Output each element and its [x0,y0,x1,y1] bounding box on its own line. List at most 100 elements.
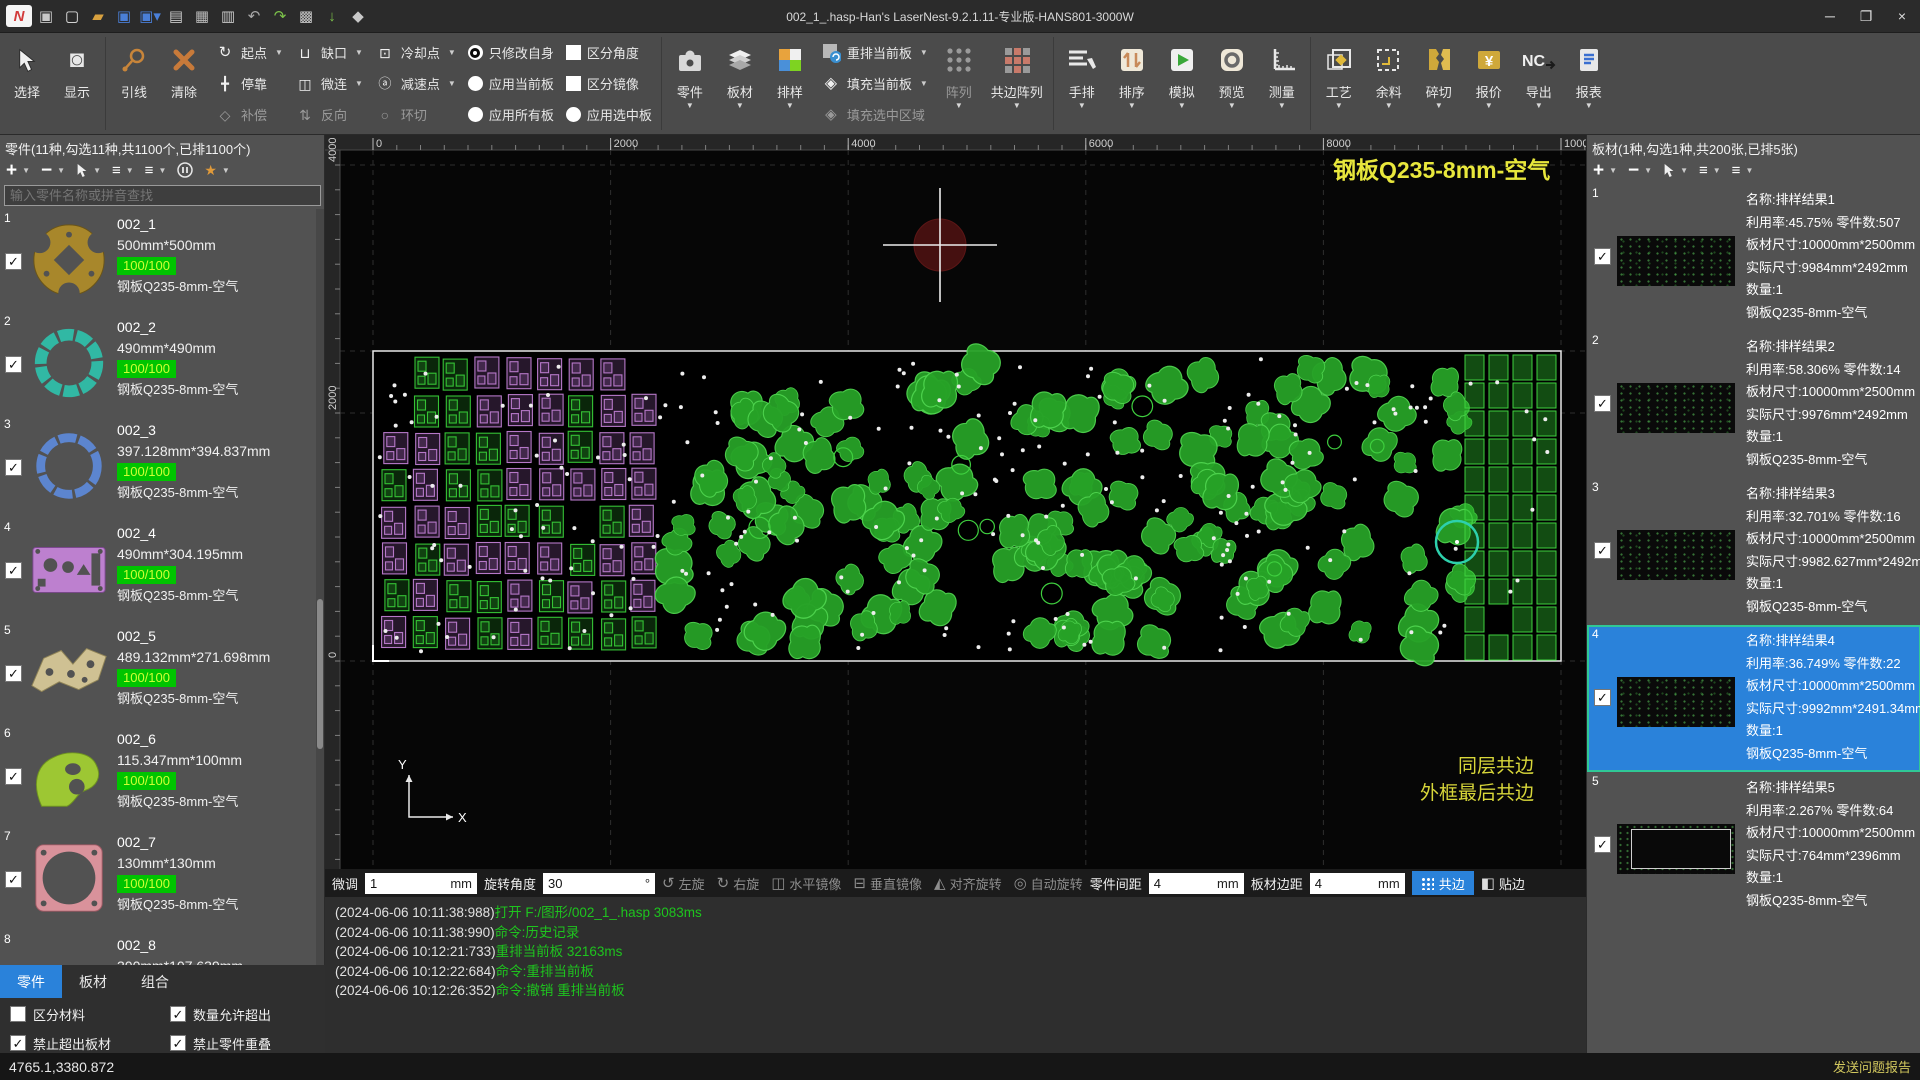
settings-button[interactable]: ★▼ [204,163,229,177]
snap-edge-button[interactable]: ◧ 贴边 [1481,874,1525,893]
sheet-list-item[interactable]: 2✓名称:排样结果2利用率:58.306% 零件数:14板材尺寸:10000mm… [1587,331,1920,478]
option-禁止零件重叠[interactable]: ✓禁止零件重叠 [170,1033,325,1053]
close-button[interactable]: × [1884,0,1920,32]
ribbon-item-微连[interactable]: ◫微连▼ [295,69,363,98]
part-list-item[interactable]: 2✓002_2490mm*490mm100/100钢板Q235-8mm-空气 [0,312,325,415]
ribbon-button-part[interactable]: 零件▼ [665,33,715,134]
option-数量允许超出[interactable]: ✓数量允许超出 [170,1004,325,1024]
ribbon-button-clear[interactable]: 清除 [159,33,209,134]
ribbon-item-应用所有板[interactable]: 应用所有板 [468,100,554,129]
dropdown-arrow-icon[interactable]: ▼ [22,166,30,175]
common-edge-button[interactable]: 共边 [1412,871,1474,895]
fine-tune-input[interactable]: 1mm [365,873,477,894]
ribbon-button-lead[interactable]: 引线 [109,33,159,134]
ribbon-item-环切[interactable]: ○环切 [375,100,456,129]
remove-button[interactable]: −▼ [41,161,65,180]
layers-icon[interactable]: ▩ [294,4,318,28]
sheet-checkbox[interactable]: ✓ [1594,836,1611,853]
ribbon-item-填充当前板[interactable]: ◈填充当前板▼ [821,69,928,98]
ribbon-button-process[interactable]: 工艺▼ [1314,33,1364,134]
sheet-checkbox[interactable]: ✓ [1594,248,1611,265]
sheet-list-item[interactable]: 5✓名称:排样结果5利用率:2.267% 零件数:64板材尺寸:10000mm*… [1587,772,1920,919]
part-list-item[interactable]: 5✓002_5489.132mm*271.698mm100/100钢板Q235-… [0,621,325,724]
align-rotate-button[interactable]: ◭对齐旋转 [934,874,1002,893]
sort-button[interactable]: ≡▼ [112,163,134,178]
ribbon-button-cursor[interactable]: 选择 [2,33,52,134]
sheet-checkbox[interactable]: ✓ [1594,542,1611,559]
ribbon-button-manual-nest[interactable]: 手排▼ [1057,33,1107,134]
nesting-canvas[interactable]: 0200040006000800010000400020000YX 钢板Q235… [325,135,1586,869]
ribbon-item-填充选中区域[interactable]: ◈填充选中区域 [821,100,928,129]
option-禁止超出板材[interactable]: ✓禁止超出板材 [10,1033,170,1053]
part-checkbox[interactable]: ✓ [5,356,22,373]
ribbon-button-preview[interactable]: 预览▼ [1207,33,1257,134]
radio-off-icon[interactable] [468,76,483,91]
ribbon-button-scrap-cut[interactable]: 碎切▼ [1414,33,1464,134]
screen-icon[interactable]: ▣ [34,4,58,28]
add-button[interactable]: +▼ [6,161,30,180]
ribbon-button-export-nc[interactable]: NC导出▼ [1514,33,1564,134]
tab-板材[interactable]: 板材 [62,965,124,998]
dropdown-arrow-icon[interactable]: ▼ [355,48,363,57]
ribbon-button-nest[interactable]: 排样▼ [765,33,815,134]
pause-button[interactable] [177,162,193,178]
dropdown-arrow-icon[interactable]: ▼ [920,79,928,88]
option-checkbox[interactable] [10,1006,26,1022]
ribbon-item-区分角度[interactable]: 区分角度 [566,38,652,67]
dropdown-arrow-icon[interactable]: ▼ [1745,166,1753,175]
part-list-item[interactable]: 1✓002_1500mm*500mm100/100钢板Q235-8mm-空气 [0,209,325,312]
part-checkbox[interactable]: ✓ [5,459,22,476]
select-button[interactable]: ▼ [76,163,101,178]
part-checkbox[interactable]: ✓ [5,871,22,888]
ribbon-item-只修改自身[interactable]: 只修改自身 [468,38,554,67]
tab-组合[interactable]: 组合 [124,965,186,998]
minimize-button[interactable]: ─ [1812,0,1848,32]
dropdown-arrow-icon[interactable]: ▼ [1644,166,1652,175]
dropdown-arrow-icon[interactable]: ▼ [93,166,101,175]
ribbon-item-补偿[interactable]: ◇补偿 [215,100,283,129]
dropdown-arrow-icon[interactable]: ▼ [275,48,283,57]
save-as-icon[interactable]: ▣▾ [138,4,162,28]
ribbon-button-display[interactable]: ◙显示 [52,33,102,134]
dropdown-arrow-icon[interactable]: ▼ [1713,166,1721,175]
ribbon-button-sort[interactable]: 排序▼ [1107,33,1157,134]
sheet-list-item[interactable]: 4✓名称:排样结果4利用率:36.749% 零件数:22板材尺寸:10000mm… [1587,625,1920,772]
ribbon-item-应用当前板[interactable]: 应用当前板 [468,69,554,98]
sort-button[interactable]: ≡▼ [1699,163,1721,178]
part-gap-input[interactable]: 4mm [1149,873,1244,894]
ribbon-button-array[interactable]: 阵列▼ [934,33,984,134]
mirror-vertical-button[interactable]: ⊟垂直镜像 [853,874,922,893]
checkbox-icon[interactable] [566,76,581,91]
sheet-list-item[interactable]: 1✓名称:排样结果1利用率:45.75% 零件数:507板材尺寸:10000mm… [1587,184,1920,331]
part-list-item[interactable]: 4✓002_4490mm*304.195mm100/100钢板Q235-8mm-… [0,518,325,621]
ribbon-button-sheet[interactable]: 板材▼ [715,33,765,134]
stamp-icon[interactable]: ◆ [346,4,370,28]
redo-icon[interactable]: ↷ [268,4,292,28]
ribbon-item-重排当前板[interactable]: 重排当前板▼ [821,38,928,67]
report-problem-link[interactable]: 发送问题报告 [1833,1057,1911,1076]
parts-scrollbar[interactable] [316,209,324,965]
database-icon[interactable]: ▥ [216,4,240,28]
ribbon-button-report[interactable]: 报表▼ [1564,33,1614,134]
ribbon-item-冷却点[interactable]: ⊡冷却点▼ [375,38,456,67]
image-icon[interactable]: ▦ [190,4,214,28]
ribbon-button-measure[interactable]: 测量▼ [1257,33,1307,134]
part-list-item[interactable]: 6✓002_6115.347mm*100mm100/100钢板Q235-8mm-… [0,724,325,827]
sheet-checkbox[interactable]: ✓ [1594,689,1611,706]
part-checkbox[interactable]: ✓ [5,665,22,682]
export-config-icon[interactable]: ▤ [164,4,188,28]
part-list-item[interactable]: 7✓002_7130mm*130mm100/100钢板Q235-8mm-空气 [0,827,325,930]
part-checkbox[interactable]: ✓ [5,562,22,579]
new-file-icon[interactable]: ▢ [60,4,84,28]
ribbon-item-反向[interactable]: ⇅反向 [295,100,363,129]
restore-button[interactable]: ❐ [1848,0,1884,32]
dropdown-arrow-icon[interactable]: ▼ [158,166,166,175]
sheet-margin-input[interactable]: 4mm [1310,873,1405,894]
option-checkbox[interactable]: ✓ [170,1006,186,1022]
add-button[interactable]: +▼ [1593,161,1617,180]
rotate-left-button[interactable]: ↺左旋 [662,874,705,893]
select-button[interactable]: ▼ [1663,163,1688,178]
dropdown-arrow-icon[interactable]: ▼ [1680,166,1688,175]
radio-off-icon[interactable] [468,107,483,122]
dropdown-arrow-icon[interactable]: ▼ [448,79,456,88]
